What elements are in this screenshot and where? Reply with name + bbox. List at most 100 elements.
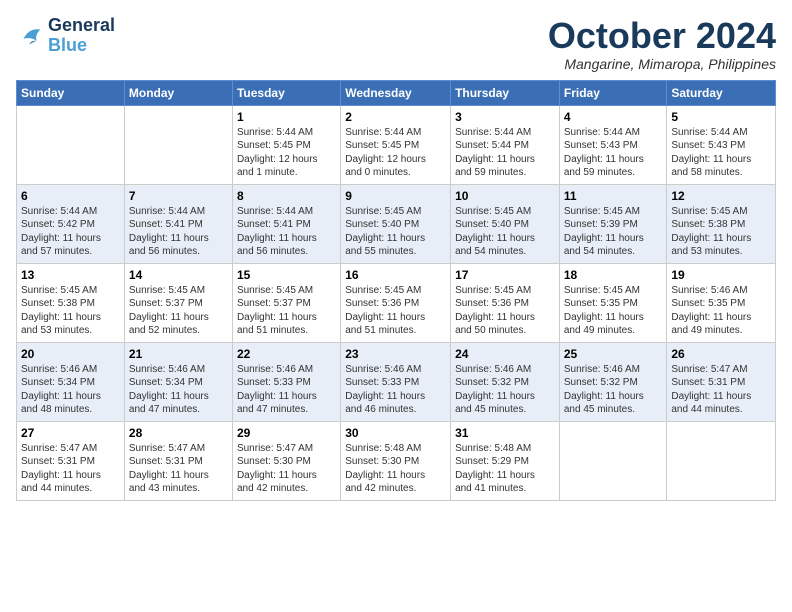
day-info: Sunrise: 5:45 AM Sunset: 5:40 PM Dayligh…: [345, 205, 446, 259]
calendar-cell: 29 Sunrise: 5:47 AM Sunset: 5:30 PM Dayli…: [232, 421, 340, 500]
day-number: 23: [345, 347, 446, 361]
calendar-cell: 14 Sunrise: 5:45 AM Sunset: 5:37 PM Dayli…: [124, 263, 232, 342]
calendar-cell: 16 Sunrise: 5:45 AM Sunset: 5:36 PM Dayli…: [341, 263, 451, 342]
calendar-cell: 7 Sunrise: 5:44 AM Sunset: 5:41 PM Daylig…: [124, 184, 232, 263]
calendar-cell: [559, 421, 667, 500]
day-number: 29: [237, 426, 336, 440]
day-number: 19: [671, 268, 771, 282]
day-number: 24: [455, 347, 555, 361]
column-header-saturday: Saturday: [667, 80, 776, 105]
calendar-cell: 30Sunrise: 5:48 AM Sunset: 5:30 PM Dayli…: [341, 421, 451, 500]
calendar-cell: 5 Sunrise: 5:44 AM Sunset: 5:43 PM Daylig…: [667, 105, 776, 184]
day-info: Sunrise: 5:45 AM Sunset: 5:36 PM Dayligh…: [455, 284, 555, 338]
column-header-monday: Monday: [124, 80, 232, 105]
calendar-cell: 1 Sunrise: 5:44 AM Sunset: 5:45 PM Daylig…: [232, 105, 340, 184]
day-info: Sunrise: 5:44 AM Sunset: 5:45 PM Dayligh…: [237, 126, 336, 180]
calendar-cell: 20Sunrise: 5:46 AM Sunset: 5:34 PM Dayli…: [17, 342, 125, 421]
week-row-2: 13 Sunrise: 5:45 AM Sunset: 5:38 PM Dayli…: [17, 263, 776, 342]
calendar-cell: 31 Sunrise: 5:48 AM Sunset: 5:29 PM Dayli…: [451, 421, 560, 500]
calendar-cell: 21 Sunrise: 5:46 AM Sunset: 5:34 PM Dayli…: [124, 342, 232, 421]
day-number: 6: [21, 189, 120, 203]
day-number: 16: [345, 268, 446, 282]
day-info: Sunrise: 5:46 AM Sunset: 5:34 PM Dayligh…: [129, 363, 228, 417]
week-row-4: 27 Sunrise: 5:47 AM Sunset: 5:31 PM Dayli…: [17, 421, 776, 500]
day-number: 7: [129, 189, 228, 203]
day-info: Sunrise: 5:44 AM Sunset: 5:44 PM Dayligh…: [455, 126, 555, 180]
day-info: Sunrise: 5:44 AM Sunset: 5:43 PM Dayligh…: [564, 126, 663, 180]
day-number: 27: [21, 426, 120, 440]
day-info: Sunrise: 5:45 AM Sunset: 5:35 PM Dayligh…: [564, 284, 663, 338]
day-number: 21: [129, 347, 228, 361]
calendar-cell: 4Sunrise: 5:44 AM Sunset: 5:43 PM Daylig…: [559, 105, 667, 184]
day-number: 11: [564, 189, 663, 203]
column-header-sunday: Sunday: [17, 80, 125, 105]
day-info: Sunrise: 5:44 AM Sunset: 5:43 PM Dayligh…: [671, 126, 771, 180]
day-info: Sunrise: 5:46 AM Sunset: 5:32 PM Dayligh…: [564, 363, 663, 417]
calendar-table: SundayMondayTuesdayWednesdayThursdayFrid…: [16, 80, 776, 501]
day-info: Sunrise: 5:45 AM Sunset: 5:40 PM Dayligh…: [455, 205, 555, 259]
day-number: 3: [455, 110, 555, 124]
day-info: Sunrise: 5:46 AM Sunset: 5:35 PM Dayligh…: [671, 284, 771, 338]
page-header: GeneralBlue October 2024 Mangarine, Mima…: [16, 16, 776, 72]
day-info: Sunrise: 5:45 AM Sunset: 5:37 PM Dayligh…: [129, 284, 228, 338]
calendar-cell: 19 Sunrise: 5:46 AM Sunset: 5:35 PM Dayli…: [667, 263, 776, 342]
logo-icon: [16, 22, 44, 50]
day-number: 10: [455, 189, 555, 203]
calendar-cell: 2 Sunrise: 5:44 AM Sunset: 5:45 PM Daylig…: [341, 105, 451, 184]
day-number: 14: [129, 268, 228, 282]
calendar-cell: 8 Sunrise: 5:44 AM Sunset: 5:41 PM Daylig…: [232, 184, 340, 263]
calendar-cell: 10 Sunrise: 5:45 AM Sunset: 5:40 PM Dayli…: [451, 184, 560, 263]
calendar-cell: [667, 421, 776, 500]
day-info: Sunrise: 5:45 AM Sunset: 5:36 PM Dayligh…: [345, 284, 446, 338]
day-number: 26: [671, 347, 771, 361]
day-number: 5: [671, 110, 771, 124]
day-number: 17: [455, 268, 555, 282]
calendar-cell: [17, 105, 125, 184]
day-number: 20: [21, 347, 120, 361]
day-info: Sunrise: 5:48 AM Sunset: 5:29 PM Dayligh…: [455, 442, 555, 496]
calendar-cell: 27Sunrise: 5:47 AM Sunset: 5:31 PM Dayli…: [17, 421, 125, 500]
day-number: 28: [129, 426, 228, 440]
column-header-wednesday: Wednesday: [341, 80, 451, 105]
calendar-cell: 17 Sunrise: 5:45 AM Sunset: 5:36 PM Dayli…: [451, 263, 560, 342]
day-info: Sunrise: 5:44 AM Sunset: 5:41 PM Dayligh…: [129, 205, 228, 259]
day-number: 13: [21, 268, 120, 282]
calendar-cell: 11Sunrise: 5:45 AM Sunset: 5:39 PM Dayli…: [559, 184, 667, 263]
day-number: 22: [237, 347, 336, 361]
week-row-1: 6Sunrise: 5:44 AM Sunset: 5:42 PM Daylig…: [17, 184, 776, 263]
day-info: Sunrise: 5:47 AM Sunset: 5:30 PM Dayligh…: [237, 442, 336, 496]
day-info: Sunrise: 5:45 AM Sunset: 5:38 PM Dayligh…: [671, 205, 771, 259]
calendar-cell: 6Sunrise: 5:44 AM Sunset: 5:42 PM Daylig…: [17, 184, 125, 263]
day-info: Sunrise: 5:46 AM Sunset: 5:33 PM Dayligh…: [345, 363, 446, 417]
column-header-tuesday: Tuesday: [232, 80, 340, 105]
title-block: October 2024 Mangarine, Mimaropa, Philip…: [548, 16, 776, 72]
day-number: 31: [455, 426, 555, 440]
day-number: 8: [237, 189, 336, 203]
day-number: 15: [237, 268, 336, 282]
calendar-cell: [124, 105, 232, 184]
day-info: Sunrise: 5:45 AM Sunset: 5:37 PM Dayligh…: [237, 284, 336, 338]
day-info: Sunrise: 5:44 AM Sunset: 5:45 PM Dayligh…: [345, 126, 446, 180]
day-info: Sunrise: 5:45 AM Sunset: 5:38 PM Dayligh…: [21, 284, 120, 338]
day-info: Sunrise: 5:46 AM Sunset: 5:33 PM Dayligh…: [237, 363, 336, 417]
day-info: Sunrise: 5:47 AM Sunset: 5:31 PM Dayligh…: [671, 363, 771, 417]
column-header-thursday: Thursday: [451, 80, 560, 105]
logo: GeneralBlue: [16, 16, 115, 56]
day-number: 25: [564, 347, 663, 361]
calendar-cell: 23 Sunrise: 5:46 AM Sunset: 5:33 PM Dayli…: [341, 342, 451, 421]
calendar-cell: 25 Sunrise: 5:46 AM Sunset: 5:32 PM Dayli…: [559, 342, 667, 421]
logo-text: GeneralBlue: [48, 16, 115, 56]
day-number: 1: [237, 110, 336, 124]
day-number: 9: [345, 189, 446, 203]
day-info: Sunrise: 5:47 AM Sunset: 5:31 PM Dayligh…: [129, 442, 228, 496]
day-info: Sunrise: 5:44 AM Sunset: 5:41 PM Dayligh…: [237, 205, 336, 259]
week-row-0: 1 Sunrise: 5:44 AM Sunset: 5:45 PM Daylig…: [17, 105, 776, 184]
location: Mangarine, Mimaropa, Philippines: [548, 56, 776, 72]
day-number: 12: [671, 189, 771, 203]
calendar-cell: 22 Sunrise: 5:46 AM Sunset: 5:33 PM Dayli…: [232, 342, 340, 421]
calendar-cell: 18Sunrise: 5:45 AM Sunset: 5:35 PM Dayli…: [559, 263, 667, 342]
calendar-cell: 28 Sunrise: 5:47 AM Sunset: 5:31 PM Dayli…: [124, 421, 232, 500]
day-number: 2: [345, 110, 446, 124]
week-row-3: 20 Sunrise: 5:46 AM Sunset: 5:34 PM Dayli…: [17, 342, 776, 421]
calendar-cell: 13 Sunrise: 5:45 AM Sunset: 5:38 PM Dayli…: [17, 263, 125, 342]
